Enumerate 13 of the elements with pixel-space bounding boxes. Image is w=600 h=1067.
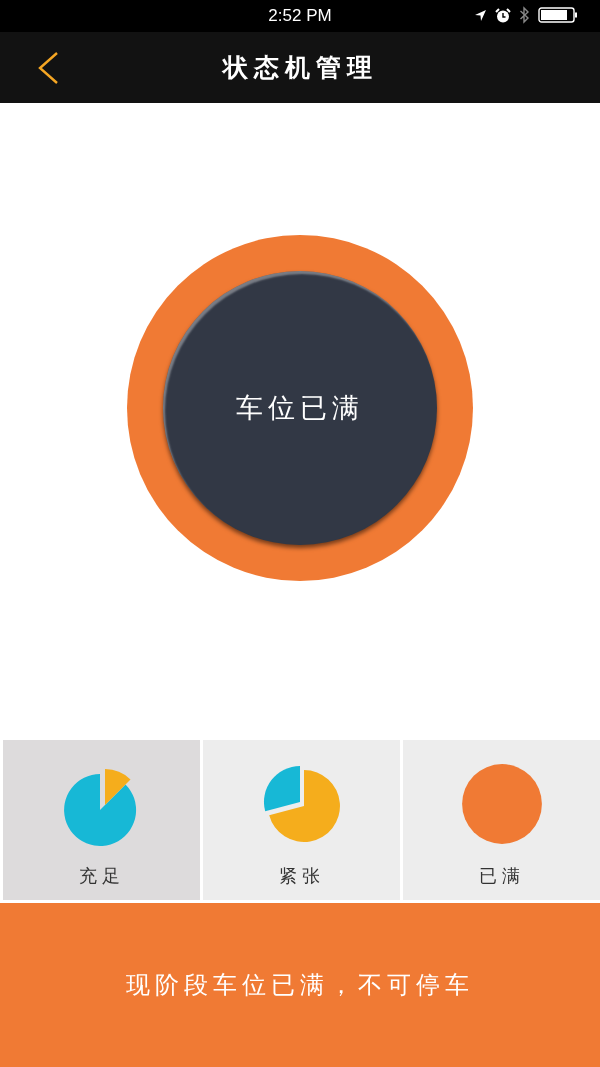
location-arrow-icon	[474, 8, 487, 22]
back-button[interactable]	[36, 50, 60, 86]
alarm-clock-icon	[495, 7, 511, 23]
status-tab[interactable]: 已满	[403, 740, 600, 900]
circle-icon	[459, 762, 544, 846]
nav-title: 状态机管理	[222, 52, 378, 84]
notice-text: 现阶段车位已满，不可停车	[126, 970, 474, 1001]
status-tab[interactable]: 紧张	[203, 740, 400, 900]
status-tab[interactable]: 充足	[3, 740, 200, 900]
bluetooth-icon	[519, 6, 530, 24]
status-time: 2:52 PM	[268, 6, 332, 26]
status-button[interactable]: 车位已满	[163, 270, 437, 545]
battery-icon	[538, 7, 578, 23]
